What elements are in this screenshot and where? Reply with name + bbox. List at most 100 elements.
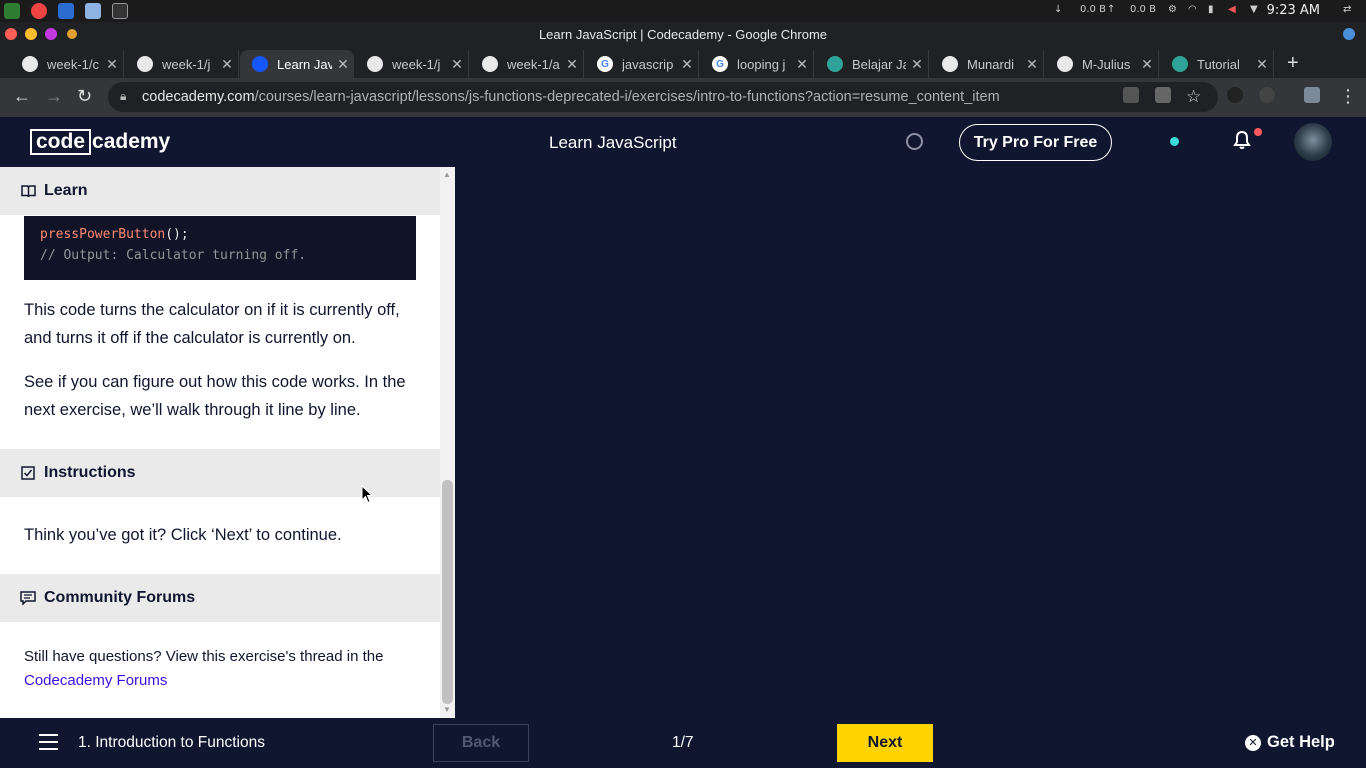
window-title-bar: Learn JavaScript | Codecademy - Google C… xyxy=(0,22,1366,46)
wifi-icon[interactable]: ◠ xyxy=(1188,4,1197,15)
browser-tab[interactable]: Munardi ✕ xyxy=(930,50,1044,78)
close-tab-icon[interactable]: ✕ xyxy=(446,56,468,73)
workspace-pane xyxy=(455,167,1366,718)
close-tab-icon[interactable]: ✕ xyxy=(1021,56,1043,73)
notification-bell-icon[interactable] xyxy=(1232,130,1252,156)
try-pro-button[interactable]: Try Pro For Free xyxy=(959,124,1112,161)
forums-prompt: Still have questions? View this exercise… xyxy=(24,648,384,665)
browser-tab[interactable]: week-1/j ✕ xyxy=(125,50,239,78)
code-comment: // Output: Calculator turning off. xyxy=(40,248,307,263)
browser-menu-icon[interactable]: ⋮ xyxy=(1339,86,1357,106)
browser-tab[interactable]: Tutorial ✕ xyxy=(1160,50,1274,78)
learn-label: Learn xyxy=(44,182,88,199)
book-icon xyxy=(20,183,36,199)
chat-bubble-icon xyxy=(20,590,36,606)
tab-label: week-1/j xyxy=(162,56,211,72)
extension-icon[interactable] xyxy=(1227,87,1243,103)
tab-label: M-Julius xyxy=(1082,56,1131,72)
tab-label: week-1/c xyxy=(47,56,100,72)
new-tab-icon[interactable]: + xyxy=(1287,53,1299,73)
close-tab-icon[interactable]: ✕ xyxy=(1136,56,1158,73)
back-button[interactable]: Back xyxy=(433,724,529,762)
sync-extension-icon[interactable] xyxy=(1259,87,1275,103)
chrome-taskbar-icon[interactable] xyxy=(31,3,47,19)
vscode-taskbar-icon[interactable] xyxy=(58,3,74,19)
code-punctuation: (); xyxy=(165,227,189,242)
files-taskbar-icon[interactable] xyxy=(85,3,101,19)
forums-section-header: Community Forums xyxy=(0,574,440,622)
close-tab-icon[interactable]: ✕ xyxy=(561,56,583,73)
instructions-label: Instructions xyxy=(44,464,136,481)
switch-icon[interactable]: ⇄ xyxy=(1343,4,1351,15)
codecademy-forums-link[interactable]: Codecademy Forums xyxy=(24,672,167,689)
terminal-taskbar-icon[interactable] xyxy=(112,3,128,19)
codecademy-logo[interactable]: code cademy xyxy=(30,128,170,156)
lock-icon[interactable]: 🔒︎ xyxy=(120,89,126,104)
browser-tab[interactable]: week-1/j ✕ xyxy=(355,50,469,78)
bookmark-star-icon[interactable]: ☆ xyxy=(1186,87,1201,107)
instructions-text: Think you’ve got it? Click ‘Next’ to con… xyxy=(24,526,342,544)
get-help-button[interactable]: ✕ Get Help xyxy=(1245,733,1335,752)
github-icon xyxy=(1057,56,1073,72)
scrollbar-thumb[interactable] xyxy=(442,480,453,704)
blocked-cookie-icon[interactable] xyxy=(1123,87,1139,103)
scroll-down-arrow-icon[interactable]: ▼ xyxy=(443,705,451,714)
clock[interactable]: 9:23 AM xyxy=(1267,3,1320,18)
tab-label: week-1/j xyxy=(392,56,441,72)
lesson-paragraph: This code turns the calculator on if it … xyxy=(24,301,400,347)
reload-icon[interactable]: ↻ xyxy=(77,86,92,106)
app-launcher-icon[interactable] xyxy=(4,3,20,19)
tab-label: Tutorial xyxy=(1197,56,1240,72)
user-avatar[interactable] xyxy=(1294,123,1332,161)
google-icon: G xyxy=(597,56,613,72)
instructions-section-header: Instructions xyxy=(0,449,440,497)
github-icon xyxy=(367,56,383,72)
settings-tray-icon[interactable]: ⚙ xyxy=(1168,4,1177,15)
close-tab-icon[interactable]: ✕ xyxy=(1251,56,1273,73)
url-text[interactable]: codecademy.com/courses/learn-javascript/… xyxy=(142,89,1000,105)
close-tab-icon[interactable]: ✕ xyxy=(791,56,813,73)
course-title: Learn JavaScript xyxy=(549,133,677,152)
browser-tab[interactable]: Belajar Ja ✕ xyxy=(815,50,929,78)
close-tab-icon[interactable]: ✕ xyxy=(216,56,238,73)
hamburger-menu-icon[interactable] xyxy=(39,734,58,750)
alarm-clock-icon[interactable] xyxy=(906,133,923,150)
close-tab-icon[interactable]: ✕ xyxy=(332,56,354,73)
browser-tab[interactable]: week-1/a ✕ xyxy=(470,50,584,78)
battery-icon[interactable]: ▮ xyxy=(1208,4,1214,15)
site-icon xyxy=(827,56,843,72)
forward-arrow-icon[interactable]: → xyxy=(45,86,63,106)
mouse-cursor-icon xyxy=(361,484,374,509)
profile-dot-icon[interactable] xyxy=(1343,28,1355,40)
lesson-panel: Learn pressPowerButton(); // Output: Cal… xyxy=(0,167,455,718)
next-button[interactable]: Next xyxy=(837,724,933,762)
tray-dropdown-icon[interactable]: ▼ xyxy=(1250,4,1258,15)
system-top-bar: ↓ 0.0 B ↑ 0.0 B ⚙ ◠ ▮ ◀ ▼ 9:23 AM ⇄ xyxy=(0,0,1366,22)
close-tab-icon[interactable]: ✕ xyxy=(676,56,698,73)
translate-icon[interactable] xyxy=(1155,87,1171,103)
site-icon xyxy=(1172,56,1188,72)
browser-tab[interactable]: week-1/c ✕ xyxy=(10,50,124,78)
progress-indicator: 1/7 xyxy=(672,734,694,751)
scroll-up-arrow-icon[interactable]: ▲ xyxy=(443,170,451,179)
profile-avatar-icon[interactable] xyxy=(1304,87,1320,103)
browser-tab[interactable]: M-Julius ✕ xyxy=(1045,50,1159,78)
close-tab-icon[interactable]: ✕ xyxy=(101,56,123,73)
back-arrow-icon[interactable]: ← xyxy=(13,86,31,106)
checkbox-icon xyxy=(20,465,36,481)
net-down-speed: 0.0 B xyxy=(1080,4,1106,15)
volume-icon[interactable]: ◀ xyxy=(1228,4,1236,15)
browser-tab[interactable]: Learn Jav ✕ xyxy=(240,50,354,78)
browser-tab[interactable]: Glooping j ✕ xyxy=(700,50,814,78)
browser-tab[interactable]: Gjavascrip ✕ xyxy=(585,50,699,78)
address-bar[interactable]: 🔒︎ codecademy.com/courses/learn-javascri… xyxy=(108,82,1218,112)
close-tab-icon[interactable]: ✕ xyxy=(906,56,928,73)
tab-label: week-1/a xyxy=(507,56,560,72)
window-title: Learn JavaScript | Codecademy - Google C… xyxy=(538,27,828,42)
code-example: pressPowerButton(); // Output: Calculato… xyxy=(24,216,416,280)
tab-label: Belajar Ja xyxy=(852,56,906,72)
notification-badge xyxy=(1254,128,1262,136)
tab-label: javascrip xyxy=(622,56,674,72)
tab-label: Learn Jav xyxy=(277,56,332,72)
lesson-name[interactable]: 1. Introduction to Functions xyxy=(78,734,265,752)
